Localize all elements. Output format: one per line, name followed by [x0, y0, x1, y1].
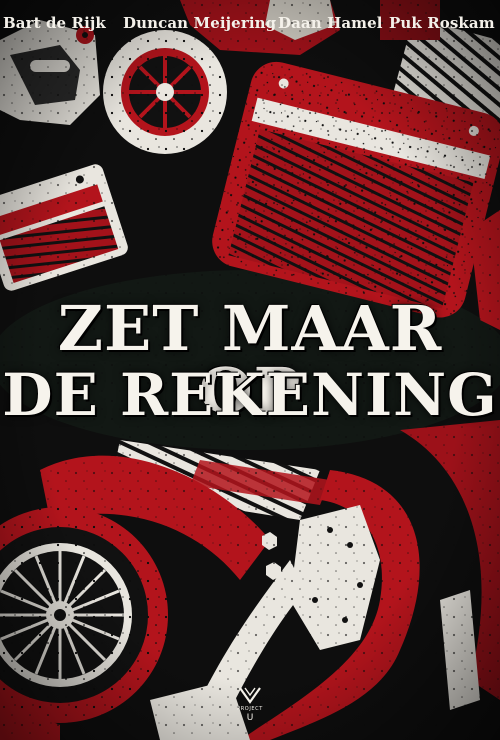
author-name: Bart de Rijk	[3, 14, 106, 32]
logo-mark-icon	[239, 687, 261, 704]
author-name: Puk Roskam	[389, 14, 495, 32]
movie-poster: Bart de Rijk Duncan Meijering Daan Hamel…	[0, 0, 500, 740]
project-u-logo: PROJECT U	[233, 687, 267, 733]
author-credits: Bart de Rijk Duncan Meijering Daan Hamel…	[0, 14, 500, 36]
logo-text: PROJECT	[237, 706, 263, 712]
logo-letter: U	[246, 713, 254, 723]
poster-title-line-2: DE REKENING	[2, 361, 498, 429]
author-name: Daan Hamel	[278, 14, 383, 32]
author-name: Duncan Meijering	[123, 14, 277, 32]
